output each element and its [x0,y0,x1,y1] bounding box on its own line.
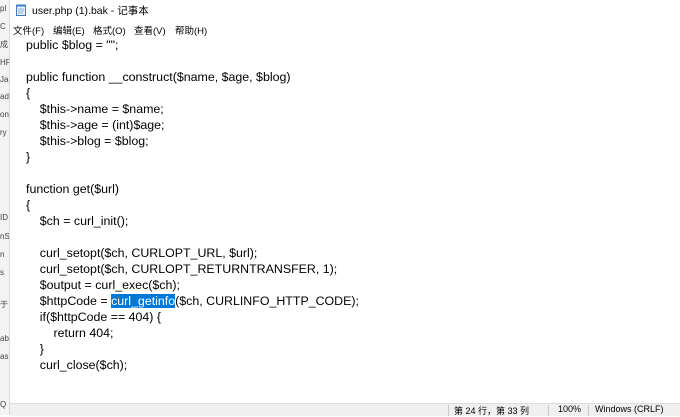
status-bar: 第 24 行，第 33 列 100% Windows (CRLF) [10,403,680,416]
background-text-fragment: HF [0,58,10,67]
code-line: function get($url) [26,182,119,196]
code-line: $this->blog = $blog; [26,134,149,148]
code-line: { [26,86,31,100]
code-line: $ch = curl_init(); [26,214,129,228]
code-line-with-selection: $httpCode = curl_getinfo($ch, CURLINFO_H… [26,293,359,309]
code-line: $this->age = (int)$age; [26,118,165,132]
status-divider [548,405,549,416]
menu-edit[interactable]: 编辑(E) [53,23,85,37]
background-text-fragment: n [0,250,5,259]
text-editor[interactable]: public $blog = ""; public function __con… [10,37,680,403]
background-window-strip: pl C 成 HF Ja ad on ry ID nS n s 于 ab as … [0,0,10,415]
background-text-fragment: Ja [0,75,9,84]
code-line: curl_setopt($ch, CURLOPT_RETURNTRANSFER,… [26,262,338,276]
code-line: public $blog = ""; [26,38,119,52]
code-line: $output = curl_exec($ch); [26,278,180,292]
background-text-fragment: on [0,110,9,119]
background-text-fragment: s [0,268,4,277]
notepad-icon [16,4,26,16]
code-line: return 404; [26,326,114,340]
status-divider [448,405,449,416]
code-text: ($ch, CURLINFO_HTTP_CODE); [175,294,359,308]
code-line: { [26,198,31,212]
background-text-fragment: ad [0,92,9,101]
menu-file[interactable]: 文件(F) [13,23,44,37]
menu-format[interactable]: 格式(O) [93,23,126,37]
selected-text: curl_getinfo [111,294,176,308]
menu-bar: 文件(F) 编辑(E) 格式(O) 查看(V) 帮助(H) [10,20,680,37]
code-line: $this->name = $name; [26,102,164,116]
background-text-fragment: 成 [0,40,8,49]
status-divider [588,405,589,416]
background-text-fragment: 于 [0,300,8,309]
background-text-fragment: nS [0,232,10,241]
line-ending: Windows (CRLF) [595,404,664,414]
code-line: curl_setopt($ch, CURLOPT_URL, $url); [26,246,258,260]
background-text-fragment: pl [0,4,7,13]
code-line: } [26,150,31,164]
zoom-level: 100% [558,404,582,414]
code-line: } [26,342,44,356]
background-text-fragment: as [0,352,9,361]
title-bar[interactable]: user.php (1).bak - 记事本 [10,0,680,20]
code-line: curl_close($ch); [26,358,128,372]
background-text-fragment: ab [0,334,9,343]
background-text-fragment: ID [0,213,8,222]
background-text-fragment: Q [0,400,7,409]
window-title: user.php (1).bak - 记事本 [32,5,149,17]
cursor-position: 第 24 行，第 33 列 [454,406,530,416]
code-text: $httpCode = [26,294,112,308]
menu-view[interactable]: 查看(V) [134,23,166,37]
code-line: public function __construct($name, $age,… [26,70,291,84]
background-text-fragment: ry [0,128,7,137]
menu-help[interactable]: 帮助(H) [175,23,207,37]
background-text-fragment: C [0,22,6,31]
code-line: if($httpCode == 404) { [26,310,162,324]
